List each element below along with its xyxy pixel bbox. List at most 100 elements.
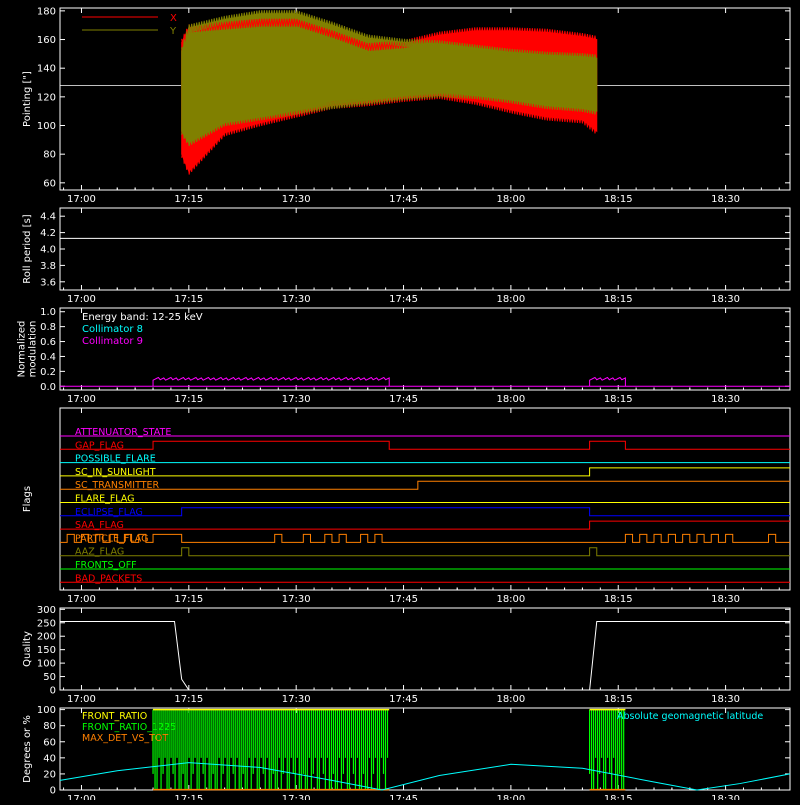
x-tick-label: 18:00 (496, 594, 525, 605)
legend-label-front-ratio-1225: FRONT_RATIO_1225 (82, 722, 176, 733)
flag-particle-flag-label: PARTICLE_FLAG (75, 533, 148, 544)
y-tick-label: 0.8 (40, 322, 56, 333)
x-tick-label: 17:30 (282, 794, 311, 800)
annotation: Collimator 8 (82, 324, 143, 335)
flag-eclipse-flag-label: ECLIPSE_FLAG (75, 507, 143, 518)
x-tick-label: 18:30 (711, 694, 740, 705)
figure-canvas: 60 80 100 120 140 160 180 17:00 17:15 17:30 17:45 1… (17, 6, 791, 805)
x-tick-label: 17:45 (389, 694, 418, 705)
x-tick-label: 17:45 (389, 594, 418, 605)
panel-roll-period: 3.6 3.8 4.0 4.2 4.4 17:00 17:15 17:30 17:45 18:00… (22, 207, 791, 305)
y-tick-label: 180 (37, 6, 56, 17)
flag-gap-flag-trace (60, 440, 790, 450)
y-tick-label: 50 (43, 672, 56, 683)
x-tick-label: 18:15 (604, 794, 633, 800)
x-tick-label: 18:15 (604, 594, 633, 605)
y-tick-label: 40 (43, 753, 56, 764)
x-tick-label: 17:00 (67, 294, 96, 305)
panel-ratios: 0 20 40 60 80 100 17:00 17:15 17:30 17:45 18:00 18:… (22, 705, 791, 805)
flag-flare-flag-label: FLARE_FLAG (75, 494, 135, 505)
y-tick-label: 20 (43, 769, 56, 780)
flag-sc-transmitter-label: SC_TRANSMITTER (75, 480, 160, 491)
y-axis-label: modulation (28, 321, 39, 378)
x-tick-label: 18:15 (604, 294, 633, 305)
y-tick-label: 200 (37, 632, 56, 643)
x-tick-label: 17:00 (67, 194, 96, 205)
y-tick-label: 60 (43, 178, 56, 189)
flag-eclipse-flag-trace (60, 507, 790, 517)
x-tick-label: 18:30 (711, 394, 740, 405)
legend-label-x: X (170, 13, 177, 24)
y-tick-label: 0 (50, 786, 56, 797)
y-tick-label: 150 (37, 645, 56, 656)
flag-saa-flag-label: SAA_FLAG (75, 520, 124, 531)
y-tick-label: 0 (50, 686, 56, 697)
x-tick-label: 17:45 (389, 394, 418, 405)
y-tick-label: 100 (37, 121, 56, 132)
y-axis-label: Flags (22, 486, 33, 512)
y-axis-label: Normalized (17, 321, 28, 378)
x-tick-label: 17:15 (174, 694, 203, 705)
y-tick-label: 80 (43, 721, 56, 732)
flag-saa-flag-trace (60, 520, 790, 530)
y-tick-label: 300 (37, 605, 56, 616)
panel-quality: 0 50 100 150 200 250 300 17:00 17:15 17:30 17:45 18… (22, 605, 791, 705)
x-tick-label: 18:30 (711, 294, 740, 305)
flag-particle-flag-trace (60, 533, 790, 543)
y-tick-label: 1.0 (40, 307, 56, 318)
x-tick-label: 17:00 (67, 794, 96, 800)
x-tick-label: 18:15 (604, 394, 633, 405)
y-tick-label: 100 (37, 705, 56, 716)
x-tick-label: 17:15 (174, 594, 203, 605)
flag-sc-transmitter-trace (60, 480, 790, 490)
x-tick-label: 17:00 (67, 594, 96, 605)
collimator-9-segment (589, 376, 626, 387)
y-tick-label: 140 (37, 64, 56, 75)
x-tick-label: 17:00 (67, 394, 96, 405)
x-tick-label: 17:45 (389, 194, 418, 205)
x-tick-label: 17:15 (174, 194, 203, 205)
x-tick-label: 18:15 (604, 694, 633, 705)
x-tick-label: 18:30 (711, 194, 740, 205)
y-tick-label: 3.8 (40, 261, 56, 272)
panel-frame (59, 207, 791, 291)
x-tick-label: 17:30 (282, 194, 311, 205)
y-tick-label: 0.4 (40, 352, 56, 363)
y-tick-label: 160 (37, 35, 56, 46)
flag-aaz-flag-trace (60, 547, 790, 557)
annotation: Collimator 9 (82, 336, 143, 347)
legend-label-max-det-vs-tot: MAX_DET_VS_TOT (82, 733, 168, 744)
x-tick-label: 17:15 (174, 394, 203, 405)
x-tick-label: 17:45 (389, 294, 418, 305)
flag-fronts-off-label: FRONTS_OFF (75, 560, 137, 571)
x-tick-label: 17:30 (282, 694, 311, 705)
panel-flags: 17:00 17:15 17:30 17:45 18:00 18:15 18:30 Flags… (22, 407, 791, 605)
rhessi-summary-figure: 60 80 100 120 140 160 180 17:00 17:15 17:30 17:45 1… (0, 0, 800, 805)
y-tick-label: 120 (37, 92, 56, 103)
collimator-9-segment (152, 376, 390, 387)
flag-aaz-flag-label: AAZ_FLAG (75, 547, 124, 558)
y-axis-label: Roll period [s] (22, 214, 33, 283)
y-tick-label: 0.0 (40, 382, 56, 393)
y-tick-label: 4.4 (40, 212, 56, 223)
y-tick-label: 3.6 (40, 277, 56, 288)
flag-sc-in-sunlight-label: SC_IN_SUNLIGHT (75, 467, 156, 478)
x-tick-label: 17:45 (389, 794, 418, 800)
y-tick-label: 60 (43, 737, 56, 748)
y-tick-label: 4.2 (40, 228, 56, 239)
flag-bad-packets-label: BAD_PACKETS (75, 573, 142, 584)
y-tick-label: 0.2 (40, 367, 56, 378)
x-tick-label: 17:30 (282, 594, 311, 605)
x-tick-label: 17:00 (67, 694, 96, 705)
y-tick-label: 100 (37, 659, 56, 670)
x-tick-label: 17:30 (282, 394, 311, 405)
y-axis-label: Pointing ["] (22, 71, 33, 127)
y-tick-label: 0.6 (40, 337, 56, 348)
x-tick-label: 18:15 (604, 194, 633, 205)
x-tick-label: 18:00 (496, 794, 525, 800)
quality-line (60, 620, 790, 691)
y-axis-label: Quality (22, 631, 33, 667)
x-tick-label: 18:00 (496, 194, 525, 205)
x-tick-label: 18:00 (496, 294, 525, 305)
y-axis-label: Degrees or % (22, 715, 33, 783)
